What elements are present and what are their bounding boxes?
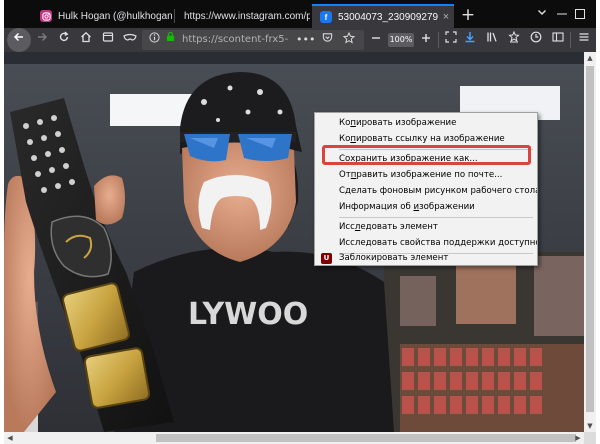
pocket-icon[interactable] xyxy=(318,30,336,50)
fullscreen-icon xyxy=(445,31,457,43)
menu-label: ировать изображение xyxy=(355,118,457,128)
page-content: LYWOO Копировать изображение Копировать … xyxy=(4,52,584,432)
home-icon xyxy=(81,31,91,43)
minus-icon xyxy=(372,37,380,39)
library-icon xyxy=(487,32,497,42)
private-mask-button[interactable] xyxy=(120,30,140,50)
reading-list-button[interactable] xyxy=(504,30,524,50)
plus-icon xyxy=(422,34,430,42)
reload-button[interactable] xyxy=(54,30,74,50)
home-button[interactable] xyxy=(76,30,96,50)
menu-label: Ко xyxy=(339,134,351,144)
library-button[interactable] xyxy=(482,30,502,50)
page-actions-more-icon[interactable]: ••• xyxy=(296,30,315,50)
zoom-in-button[interactable] xyxy=(416,30,436,50)
menu-label: Информация об xyxy=(339,202,414,212)
tab-title: Hulk Hogan (@hulkhogan) • xyxy=(58,10,172,22)
menu-label: Исс xyxy=(339,222,355,232)
maximize-icon[interactable] xyxy=(574,8,586,20)
navigation-toolbar: https://scontent-frx5- ••• 100% xyxy=(4,28,596,52)
image-context-menu: Копировать изображение Копировать ссылку… xyxy=(314,112,538,266)
menu-item-block-element[interactable]: U Заблокировать элемент xyxy=(315,251,537,265)
tab-close-icon[interactable]: × xyxy=(438,11,454,23)
zoom-level-button[interactable]: 100% xyxy=(388,33,414,47)
scroll-left-arrow-icon[interactable]: ◀ xyxy=(4,432,16,444)
save-image-highlight-box xyxy=(322,145,531,165)
hamburger-menu-icon xyxy=(579,33,589,41)
forward-button[interactable] xyxy=(32,30,52,50)
mask-icon xyxy=(123,33,137,41)
horizontal-scrollbar[interactable]: ◀ ▶ xyxy=(4,432,584,444)
history-button[interactable] xyxy=(526,30,546,50)
menu-item-email-image[interactable]: Отправить изображение по почте... xyxy=(315,167,537,184)
tabs-overflow-icon[interactable] xyxy=(534,5,550,25)
horizontal-scroll-thumb[interactable] xyxy=(156,434,576,442)
menu-label: ировать ссылку на изображение xyxy=(355,134,505,144)
sidebar-button[interactable] xyxy=(548,30,568,50)
vertical-scrollbar[interactable]: ▲ ▼ xyxy=(584,52,596,432)
toolbar-separator xyxy=(438,32,439,48)
menu-item-copy-image[interactable]: Копировать изображение xyxy=(315,115,537,132)
facebook-icon: f xyxy=(320,11,332,23)
fullscreen-button[interactable] xyxy=(441,30,461,50)
menu-label: Сделать фоновым рисунком рабочего стола xyxy=(339,186,537,196)
clock-icon xyxy=(530,31,542,43)
menu-item-inspect-element[interactable]: Исследовать элемент xyxy=(315,219,537,236)
site-info-icon[interactable] xyxy=(148,30,160,50)
address-bar[interactable]: https://scontent-frx5- ••• xyxy=(142,30,364,50)
sidebar-icon xyxy=(552,32,564,42)
open-menu-button[interactable] xyxy=(574,30,594,50)
forward-arrow-icon xyxy=(38,32,48,42)
bookmark-list-icon xyxy=(508,30,520,43)
menu-separator xyxy=(339,217,533,218)
tab-title: https://www.instagram.com/p xyxy=(184,10,310,22)
lock-icon[interactable] xyxy=(164,30,176,50)
menu-label: равить изображение по почте... xyxy=(356,170,503,180)
scroll-up-arrow-icon[interactable]: ▲ xyxy=(584,52,596,64)
browser-window: Hulk Hogan (@hulkhogan) • https://www.in… xyxy=(0,0,600,444)
menu-label: Исследовать свойства поддержки доступнос… xyxy=(339,238,537,248)
toolbar-separator xyxy=(570,32,571,48)
menu-label: зображении xyxy=(419,202,475,212)
tab-hulk-hogan-instagram[interactable]: Hulk Hogan (@hulkhogan) • xyxy=(32,4,172,28)
menu-item-set-desktop-background[interactable]: Сделать фоновым рисунком рабочего стола.… xyxy=(315,183,537,200)
download-arrow-icon xyxy=(465,32,475,43)
minimize-icon[interactable] xyxy=(556,8,568,20)
library-toolbar-button[interactable] xyxy=(98,30,118,50)
instagram-icon xyxy=(40,10,52,22)
shirt-print-text: LYWOO xyxy=(188,297,308,332)
menu-label: Ко xyxy=(339,118,351,128)
menu-item-view-image-info[interactable]: Информация об изображении xyxy=(315,199,537,216)
vertical-scroll-thumb[interactable] xyxy=(586,66,594,412)
tab-separator xyxy=(174,9,175,23)
url-text[interactable]: https://scontent-frx5- xyxy=(182,30,292,50)
back-arrow-icon xyxy=(13,32,23,42)
tab-title: 53004073_230909279264222 xyxy=(338,11,438,23)
tab-instagram-post[interactable]: https://www.instagram.com/p xyxy=(176,4,310,28)
scroll-right-arrow-icon[interactable]: ▶ xyxy=(572,432,584,444)
tab-strip: Hulk Hogan (@hulkhogan) • https://www.in… xyxy=(4,0,596,28)
downloads-button[interactable] xyxy=(460,30,480,50)
scroll-down-arrow-icon[interactable]: ▼ xyxy=(584,420,596,432)
reload-icon xyxy=(59,31,69,41)
scrollbar-corner xyxy=(584,432,596,444)
window-border-right xyxy=(596,28,600,444)
back-button[interactable] xyxy=(7,28,31,52)
menu-label: Заблокировать элемент xyxy=(339,253,449,263)
menu-item-inspect-accessibility[interactable]: Исследовать свойства поддержки доступнос… xyxy=(315,235,537,252)
new-tab-button[interactable]: + xyxy=(458,5,478,25)
pocket-list-icon xyxy=(102,32,114,42)
bookmark-star-icon[interactable] xyxy=(340,30,358,50)
ublock-origin-icon: U xyxy=(321,253,332,264)
tab-image-active[interactable]: f 53004073_230909279264222 × xyxy=(312,4,454,28)
menu-label: От xyxy=(339,170,351,180)
menu-label: едовать элемент xyxy=(360,222,438,232)
zoom-out-button[interactable] xyxy=(366,30,386,50)
